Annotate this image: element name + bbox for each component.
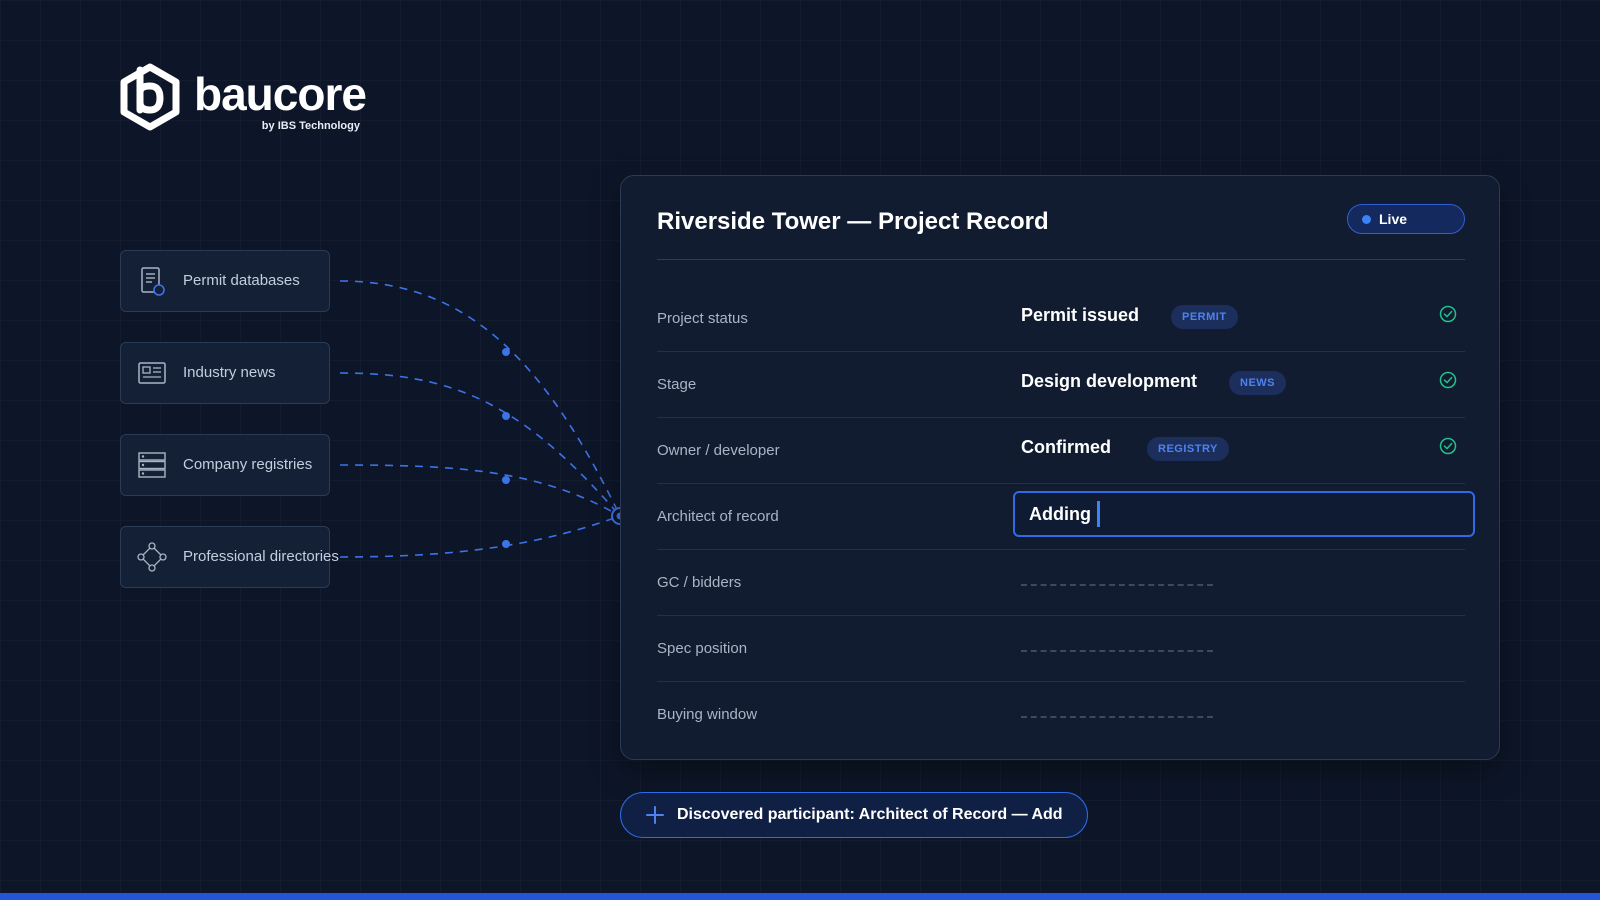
network-nodes-icon — [137, 542, 167, 572]
live-status-text: Live — [1379, 211, 1408, 227]
source-tag-permit: PERMIT — [1171, 305, 1238, 329]
connector-registry — [339, 464, 621, 517]
newspaper-icon — [138, 362, 166, 384]
field-label: Project status — [657, 310, 748, 327]
live-status-badge: Live — [1347, 204, 1465, 234]
field-row-gc-bidders: GC / bidders — [657, 550, 1465, 616]
record-title: Riverside Tower — Project Record — [657, 208, 1049, 235]
empty-value-placeholder — [1021, 650, 1213, 652]
connector-permit — [339, 280, 621, 517]
source-tag-news: NEWS — [1229, 371, 1286, 395]
permit-document-icon — [141, 267, 165, 296]
bottom-accent-bar — [0, 893, 1600, 900]
source-label: Professional directories — [183, 548, 339, 565]
source-permit-databases[interactable]: Permit databases — [120, 250, 330, 312]
project-record-card: Riverside Tower — Project Record Live Pr… — [620, 175, 1500, 760]
source-tag-registry: REGISTRY — [1147, 437, 1229, 461]
field-row-stage: Stage Design development NEWS — [657, 352, 1465, 418]
field-row-owner-developer: Owner / developer Confirmed REGISTRY — [657, 418, 1465, 484]
source-company-registries[interactable]: Company registries — [120, 434, 330, 496]
title-divider — [657, 259, 1465, 260]
verified-check-icon — [1439, 437, 1457, 455]
field-value: Design development — [1021, 371, 1198, 391]
field-label: Owner / developer — [657, 442, 780, 459]
field-row-spec-position: Spec position — [657, 616, 1465, 682]
text-caret — [1097, 501, 1100, 527]
field-label: Architect of record — [657, 508, 779, 525]
field-label: GC / bidders — [657, 574, 742, 591]
verified-check-icon — [1439, 371, 1457, 389]
field-row-buying-window: Buying window — [657, 682, 1465, 748]
source-professional-directories[interactable]: Professional directories — [120, 526, 339, 588]
source-label: Industry news — [183, 364, 276, 381]
field-label: Buying window — [657, 706, 758, 723]
connector-node — [502, 348, 510, 356]
field-value: Confirmed — [1021, 437, 1111, 457]
architect-input-value: Adding — [1029, 504, 1091, 524]
brand-tagline: by IBS Technology — [261, 120, 360, 132]
source-label: Company registries — [183, 456, 313, 473]
field-value: Permit issued — [1021, 305, 1140, 325]
registry-stack-icon — [138, 452, 166, 478]
baucore-logo: baucore by IBS Technology — [118, 62, 368, 134]
architect-input[interactable]: Adding — [1013, 491, 1475, 537]
verified-check-icon — [1439, 305, 1457, 323]
field-row-project-status: Project status Permit issued PERMIT — [657, 286, 1465, 352]
field-label: Spec position — [657, 640, 748, 657]
connector-node — [502, 476, 510, 484]
source-label: Permit databases — [183, 272, 300, 289]
connector-news — [339, 372, 621, 517]
source-industry-news[interactable]: Industry news — [120, 342, 330, 404]
brand-name: baucore — [194, 68, 367, 120]
connector-directories — [339, 515, 621, 558]
live-dot-icon — [1362, 215, 1371, 224]
connector-node — [502, 412, 510, 420]
plus-icon — [646, 806, 664, 824]
empty-value-placeholder — [1021, 584, 1213, 586]
field-row-architect-of-record: Architect of record Adding — [657, 484, 1475, 550]
connector-node — [502, 540, 510, 548]
empty-value-placeholder — [1021, 716, 1213, 718]
baucore-logo-icon — [120, 63, 180, 131]
field-label: Stage — [657, 376, 697, 393]
discover-button-label: Discovered participant: Architect of Rec… — [677, 806, 1063, 823]
add-discovered-participant-button[interactable]: Discovered participant: Architect of Rec… — [620, 792, 1088, 838]
